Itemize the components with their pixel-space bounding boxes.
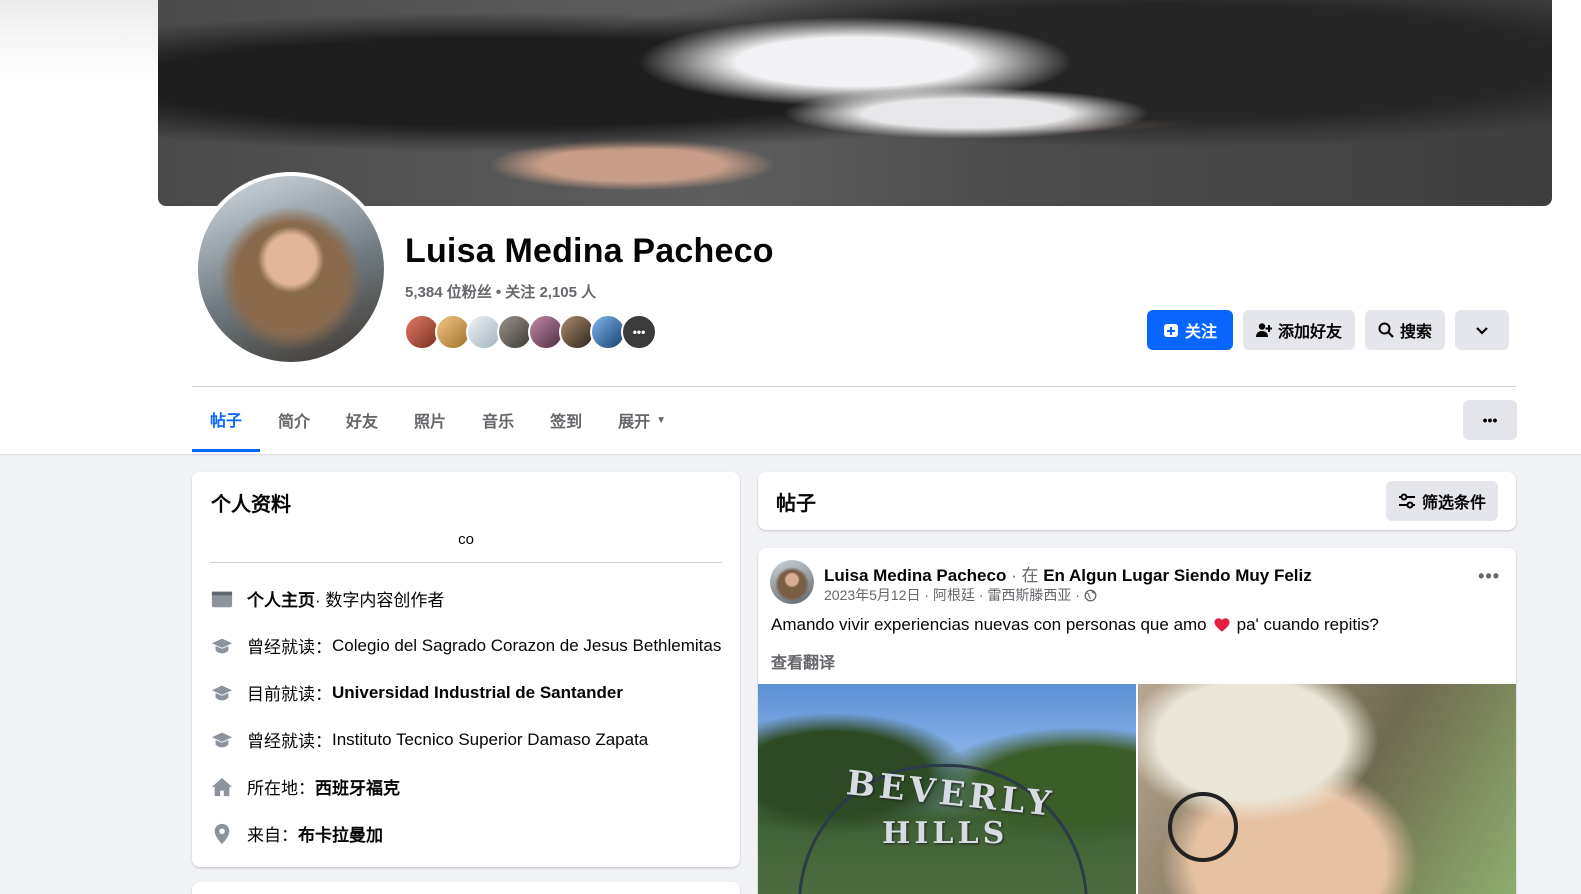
tab-music[interactable]: 音乐: [464, 388, 532, 452]
from-value[interactable]: 布卡拉曼加: [298, 821, 383, 846]
post-author-name[interactable]: Luisa Medina Pacheco: [824, 566, 1006, 585]
post-date-location[interactable]: 2023年5月12日 · 阿根廷 · 雷西斯滕西亚 ·: [824, 585, 1080, 605]
globe-icon: [1084, 589, 1097, 601]
chevron-down-icon: [1476, 327, 1488, 335]
search-button[interactable]: 搜索: [1365, 310, 1446, 350]
add-friend-button[interactable]: 添加好友: [1243, 310, 1356, 350]
intro-divider: [210, 562, 722, 563]
from-label: 来自：: [247, 826, 298, 845]
red-heart-icon: [1214, 618, 1230, 632]
tabs-more-button[interactable]: •••: [1463, 400, 1517, 440]
profile-avatar-image: [198, 176, 384, 362]
post-author-line: Luisa Medina Pacheco · 在 En Algun Lugar …: [824, 561, 1312, 586]
tab-more-label: 展开: [618, 414, 651, 431]
lives-in-label: 所在地：: [247, 779, 315, 798]
follower-count[interactable]: 5,384 位粉丝 • 关注 2,105 人: [405, 281, 596, 302]
caret-down-icon: ▼: [656, 414, 667, 426]
education-1-school[interactable]: Colegio del Sagrado Corazon de Jesus Bet…: [332, 636, 721, 656]
post-photo-1[interactable]: BEVERLY HILLS: [758, 684, 1136, 894]
search-icon: [1378, 322, 1394, 338]
filter-button[interactable]: 筛选条件: [1385, 481, 1498, 521]
profile-header: Luisa Medina Pacheco 5,384 位粉丝 • 关注 2,10…: [0, 0, 1581, 454]
page-label[interactable]: 个人主页: [247, 586, 315, 611]
filter-label: 筛选条件: [1421, 495, 1486, 512]
education-2-label: 目前就读：: [247, 685, 332, 704]
profile-avatar[interactable]: [194, 172, 388, 366]
info-from: 来自： 布卡拉曼加: [210, 821, 383, 846]
home-icon: [210, 775, 234, 799]
post-text-after: pa' cuando repitis?: [1236, 615, 1379, 634]
education-3-label: 曾经就读：: [247, 732, 332, 751]
graduation-cap-icon: [210, 634, 234, 658]
graduation-cap-icon: [210, 681, 234, 705]
post-meta: 2023年5月12日 · 阿根廷 · 雷西斯滕西亚 ·: [824, 585, 1097, 605]
search-label: 搜索: [1400, 324, 1433, 341]
lives-in-value[interactable]: 西班牙福克: [315, 774, 400, 799]
tab-checkins[interactable]: 签到: [532, 388, 600, 452]
tab-friends[interactable]: 好友: [328, 388, 396, 452]
add-friend-label: 添加好友: [1278, 324, 1343, 341]
add-friend-icon: [1256, 323, 1272, 337]
info-lives-in: 所在地： 西班牙福克: [210, 774, 400, 799]
follow-icon: [1163, 324, 1178, 337]
tab-photos[interactable]: 照片: [396, 388, 464, 452]
intro-title: 个人资料: [211, 494, 291, 516]
education-3-school[interactable]: Instituto Tecnico Superior Damaso Zapata: [332, 730, 648, 750]
page-category: · 数字内容创作者: [315, 591, 445, 610]
follow-button[interactable]: 关注: [1147, 310, 1233, 350]
post-place[interactable]: En Algun Lugar Siendo Muy Feliz: [1043, 566, 1312, 585]
post-text: Amando vivir experiencias nuevas con per…: [771, 615, 1379, 635]
post-author-avatar[interactable]: [770, 560, 814, 604]
post-text-before: Amando vivir experiencias nuevas con per…: [771, 615, 1207, 634]
posts-title: 帖子: [776, 493, 816, 515]
graduation-cap-icon: [210, 728, 234, 752]
tab-about[interactable]: 简介: [260, 388, 328, 452]
info-education-1: 曾经就读： Colegio del Sagrado Corazon de Jes…: [210, 633, 721, 658]
intro-bio: co: [458, 531, 474, 548]
post-at-text: · 在: [1006, 566, 1044, 585]
profile-tabs: 帖子 简介 好友 照片 音乐 签到 展开 ▼: [192, 388, 684, 454]
photo-sign-text-2: HILLS: [882, 816, 1009, 851]
more-friends-icon[interactable]: •••: [621, 314, 657, 350]
filter-sliders-icon: [1398, 493, 1415, 509]
info-page-category: 个人主页 · 数字内容创作者: [210, 586, 444, 611]
friend-avatars: •••: [404, 314, 657, 350]
intro-card: 个人资料 co 个人主页 · 数字内容创作者 曾经就读： Colegio del…: [192, 472, 740, 867]
profile-name: Luisa Medina Pacheco: [405, 232, 774, 270]
header-divider: [192, 386, 1516, 387]
tab-posts[interactable]: 帖子: [192, 388, 261, 452]
page-icon: [210, 587, 234, 611]
dropdown-button[interactable]: [1455, 310, 1510, 350]
tab-more[interactable]: 展开 ▼: [600, 388, 684, 452]
next-card: [192, 882, 740, 894]
info-education-2: 目前就读： Universidad Industrial de Santande…: [210, 680, 623, 705]
education-1-label: 曾经就读：: [247, 638, 332, 657]
profile-actions: 关注 添加好友 搜索: [1147, 310, 1510, 350]
info-education-3: 曾经就读： Instituto Tecnico Superior Damaso …: [210, 727, 648, 752]
cover-photo[interactable]: [158, 0, 1552, 206]
follow-label: 关注: [1184, 324, 1217, 341]
posts-header-card: 帖子 筛选条件: [758, 472, 1516, 530]
header-fade: [0, 0, 158, 80]
see-translation-link[interactable]: 查看翻译: [771, 649, 835, 673]
post-photo-2[interactable]: [1138, 684, 1516, 894]
education-2-school[interactable]: Universidad Industrial de Santander: [332, 683, 623, 703]
glasses-shape: [1168, 792, 1238, 862]
post-card: Luisa Medina Pacheco · 在 En Algun Lugar …: [758, 548, 1516, 894]
location-pin-icon: [210, 822, 234, 846]
post-options-button[interactable]: •••: [1478, 566, 1500, 587]
